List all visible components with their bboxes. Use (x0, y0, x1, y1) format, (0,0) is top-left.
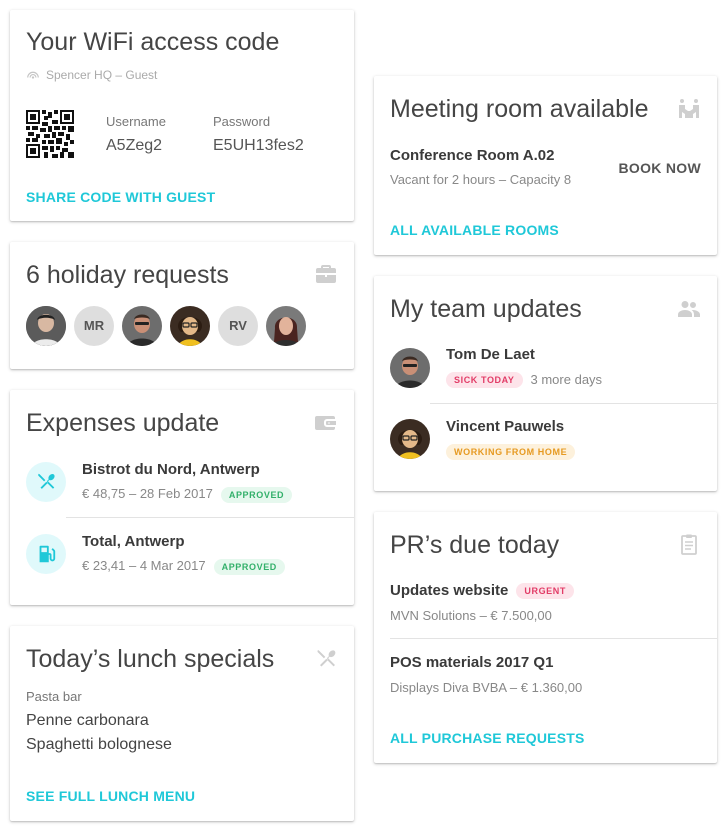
fork-knife-icon (317, 650, 336, 667)
all-available-rooms-link[interactable]: ALL AVAILABLE ROOMS (390, 222, 559, 238)
briefcase-icon (316, 265, 336, 283)
username-value: A5Zeg2 (106, 137, 163, 154)
pr-item[interactable]: Updates website URGENT MVN Solutions – € … (374, 574, 717, 636)
wallet-icon (315, 416, 336, 430)
gas-station-icon (39, 545, 56, 563)
status-duration: 3 more days (530, 372, 603, 387)
avatar[interactable] (266, 306, 306, 346)
pr-detail: MVN Solutions – € 7.500,00 (390, 608, 552, 623)
divider (390, 638, 717, 639)
password-value: E5UH13fes2 (213, 137, 304, 154)
username-label: Username (106, 114, 166, 129)
expense-detail: € 48,75 – 28 Feb 2017 APPROVED (82, 486, 293, 503)
avatar[interactable] (26, 306, 66, 346)
divider (430, 403, 717, 404)
team-member-name: Tom De Laet (446, 346, 535, 363)
expense-name: Total, Antwerp (82, 533, 185, 550)
meeting-card-title: Meeting room available (390, 95, 649, 123)
expense-item[interactable]: Bistrot du Nord, Antwerp € 48,75 – 28 Fe… (10, 450, 354, 518)
expense-category-circle (26, 534, 66, 574)
lunch-card: Today’s lunch specials Pasta bar Penne c… (10, 626, 354, 821)
people-icon (678, 301, 700, 317)
avatar (390, 348, 430, 388)
clipboard-icon (681, 534, 697, 555)
pr-name: POS materials 2017 Q1 (390, 654, 554, 671)
wifi-network: Spencer HQ – Guest (26, 67, 157, 82)
meeting-room-icon (679, 99, 699, 118)
team-card-title: My team updates (390, 295, 582, 323)
lunch-category: Pasta bar (26, 689, 82, 704)
see-full-lunch-menu-link[interactable]: SEE FULL LUNCH MENU (26, 788, 195, 804)
expense-category-circle (26, 462, 66, 502)
expense-name: Bistrot du Nord, Antwerp (82, 461, 260, 478)
person-photo-icon (390, 419, 430, 459)
person-photo-icon (26, 306, 66, 346)
expenses-card: Expenses update Bistrot du Nord, Antwerp… (10, 390, 354, 605)
purchase-requests-card: PR’s due today Updates website URGENT MVN… (374, 512, 717, 763)
wifi-card: Your WiFi access code Spencer HQ – Guest… (10, 10, 354, 221)
pr-detail: Displays Diva BVBA – € 1.360,00 (390, 680, 583, 695)
avatar-initials[interactable]: MR (74, 306, 114, 346)
room-name: Conference Room A.02 (390, 147, 555, 164)
avatar-initials[interactable]: RV (218, 306, 258, 346)
person-photo-icon (266, 306, 306, 346)
lunch-dish: Spaghetti bolognese (26, 736, 172, 753)
status-badge: WORKING FROM HOME (446, 443, 576, 460)
pr-item[interactable]: POS materials 2017 Q1 Displays Diva BVBA… (374, 646, 717, 708)
all-purchase-requests-link[interactable]: ALL PURCHASE REQUESTS (390, 730, 585, 746)
fork-knife-icon (38, 473, 55, 489)
holiday-card: 6 holiday requests MR RV (10, 242, 354, 369)
wifi-network-name: Spencer HQ – Guest (46, 68, 158, 82)
expenses-card-title: Expenses update (26, 409, 220, 437)
team-member-status: SICK TODAY 3 more days (438, 371, 602, 389)
status-badge: SICK TODAY (446, 371, 523, 388)
lunch-dish: Penne carbonara (26, 712, 149, 729)
password-label: Password (213, 114, 271, 129)
team-member-item[interactable]: Tom De Laet SICK TODAY 3 more days (374, 336, 717, 402)
wifi-card-title: Your WiFi access code (26, 28, 280, 56)
pr-name: Updates website (390, 582, 509, 599)
holiday-card-title: 6 holiday requests (26, 261, 229, 289)
team-member-status: WORKING FROM HOME (438, 443, 576, 461)
person-photo-icon (122, 306, 162, 346)
avatar[interactable] (122, 306, 162, 346)
avatar (390, 419, 430, 459)
status-badge: APPROVED (213, 558, 285, 575)
avatar[interactable] (170, 306, 210, 346)
team-updates-card: My team updates Tom De Laet SICK TODAY 3 … (374, 276, 717, 491)
expense-detail: € 23,41 – 4 Mar 2017 APPROVED (82, 558, 285, 575)
expense-amount-date: € 48,75 – 28 Feb 2017 (82, 486, 213, 501)
share-code-link[interactable]: SHARE CODE WITH GUEST (26, 189, 215, 205)
wifi-icon (27, 71, 39, 79)
status-badge: APPROVED (220, 486, 293, 503)
urgent-badge: URGENT (516, 582, 574, 599)
pr-card-title: PR’s due today (390, 531, 560, 559)
pr-title-row: Updates website URGENT (390, 582, 574, 600)
expense-item[interactable]: Total, Antwerp € 23,41 – 4 Mar 2017 APPRO… (10, 522, 354, 590)
person-photo-icon (390, 348, 430, 388)
meeting-room-card: Meeting room available Conference Room A… (374, 76, 717, 255)
qr-code (26, 110, 74, 158)
person-photo-icon (170, 306, 210, 346)
expense-amount-date: € 23,41 – 4 Mar 2017 (82, 558, 206, 573)
lunch-card-title: Today’s lunch specials (26, 645, 275, 673)
room-detail: Vacant for 2 hours – Capacity 8 (390, 172, 572, 187)
team-member-item[interactable]: Vincent Pauwels WORKING FROM HOME (374, 407, 717, 473)
book-now-button[interactable]: BOOK NOW (618, 160, 701, 176)
divider (66, 517, 354, 518)
team-member-name: Vincent Pauwels (446, 418, 565, 435)
